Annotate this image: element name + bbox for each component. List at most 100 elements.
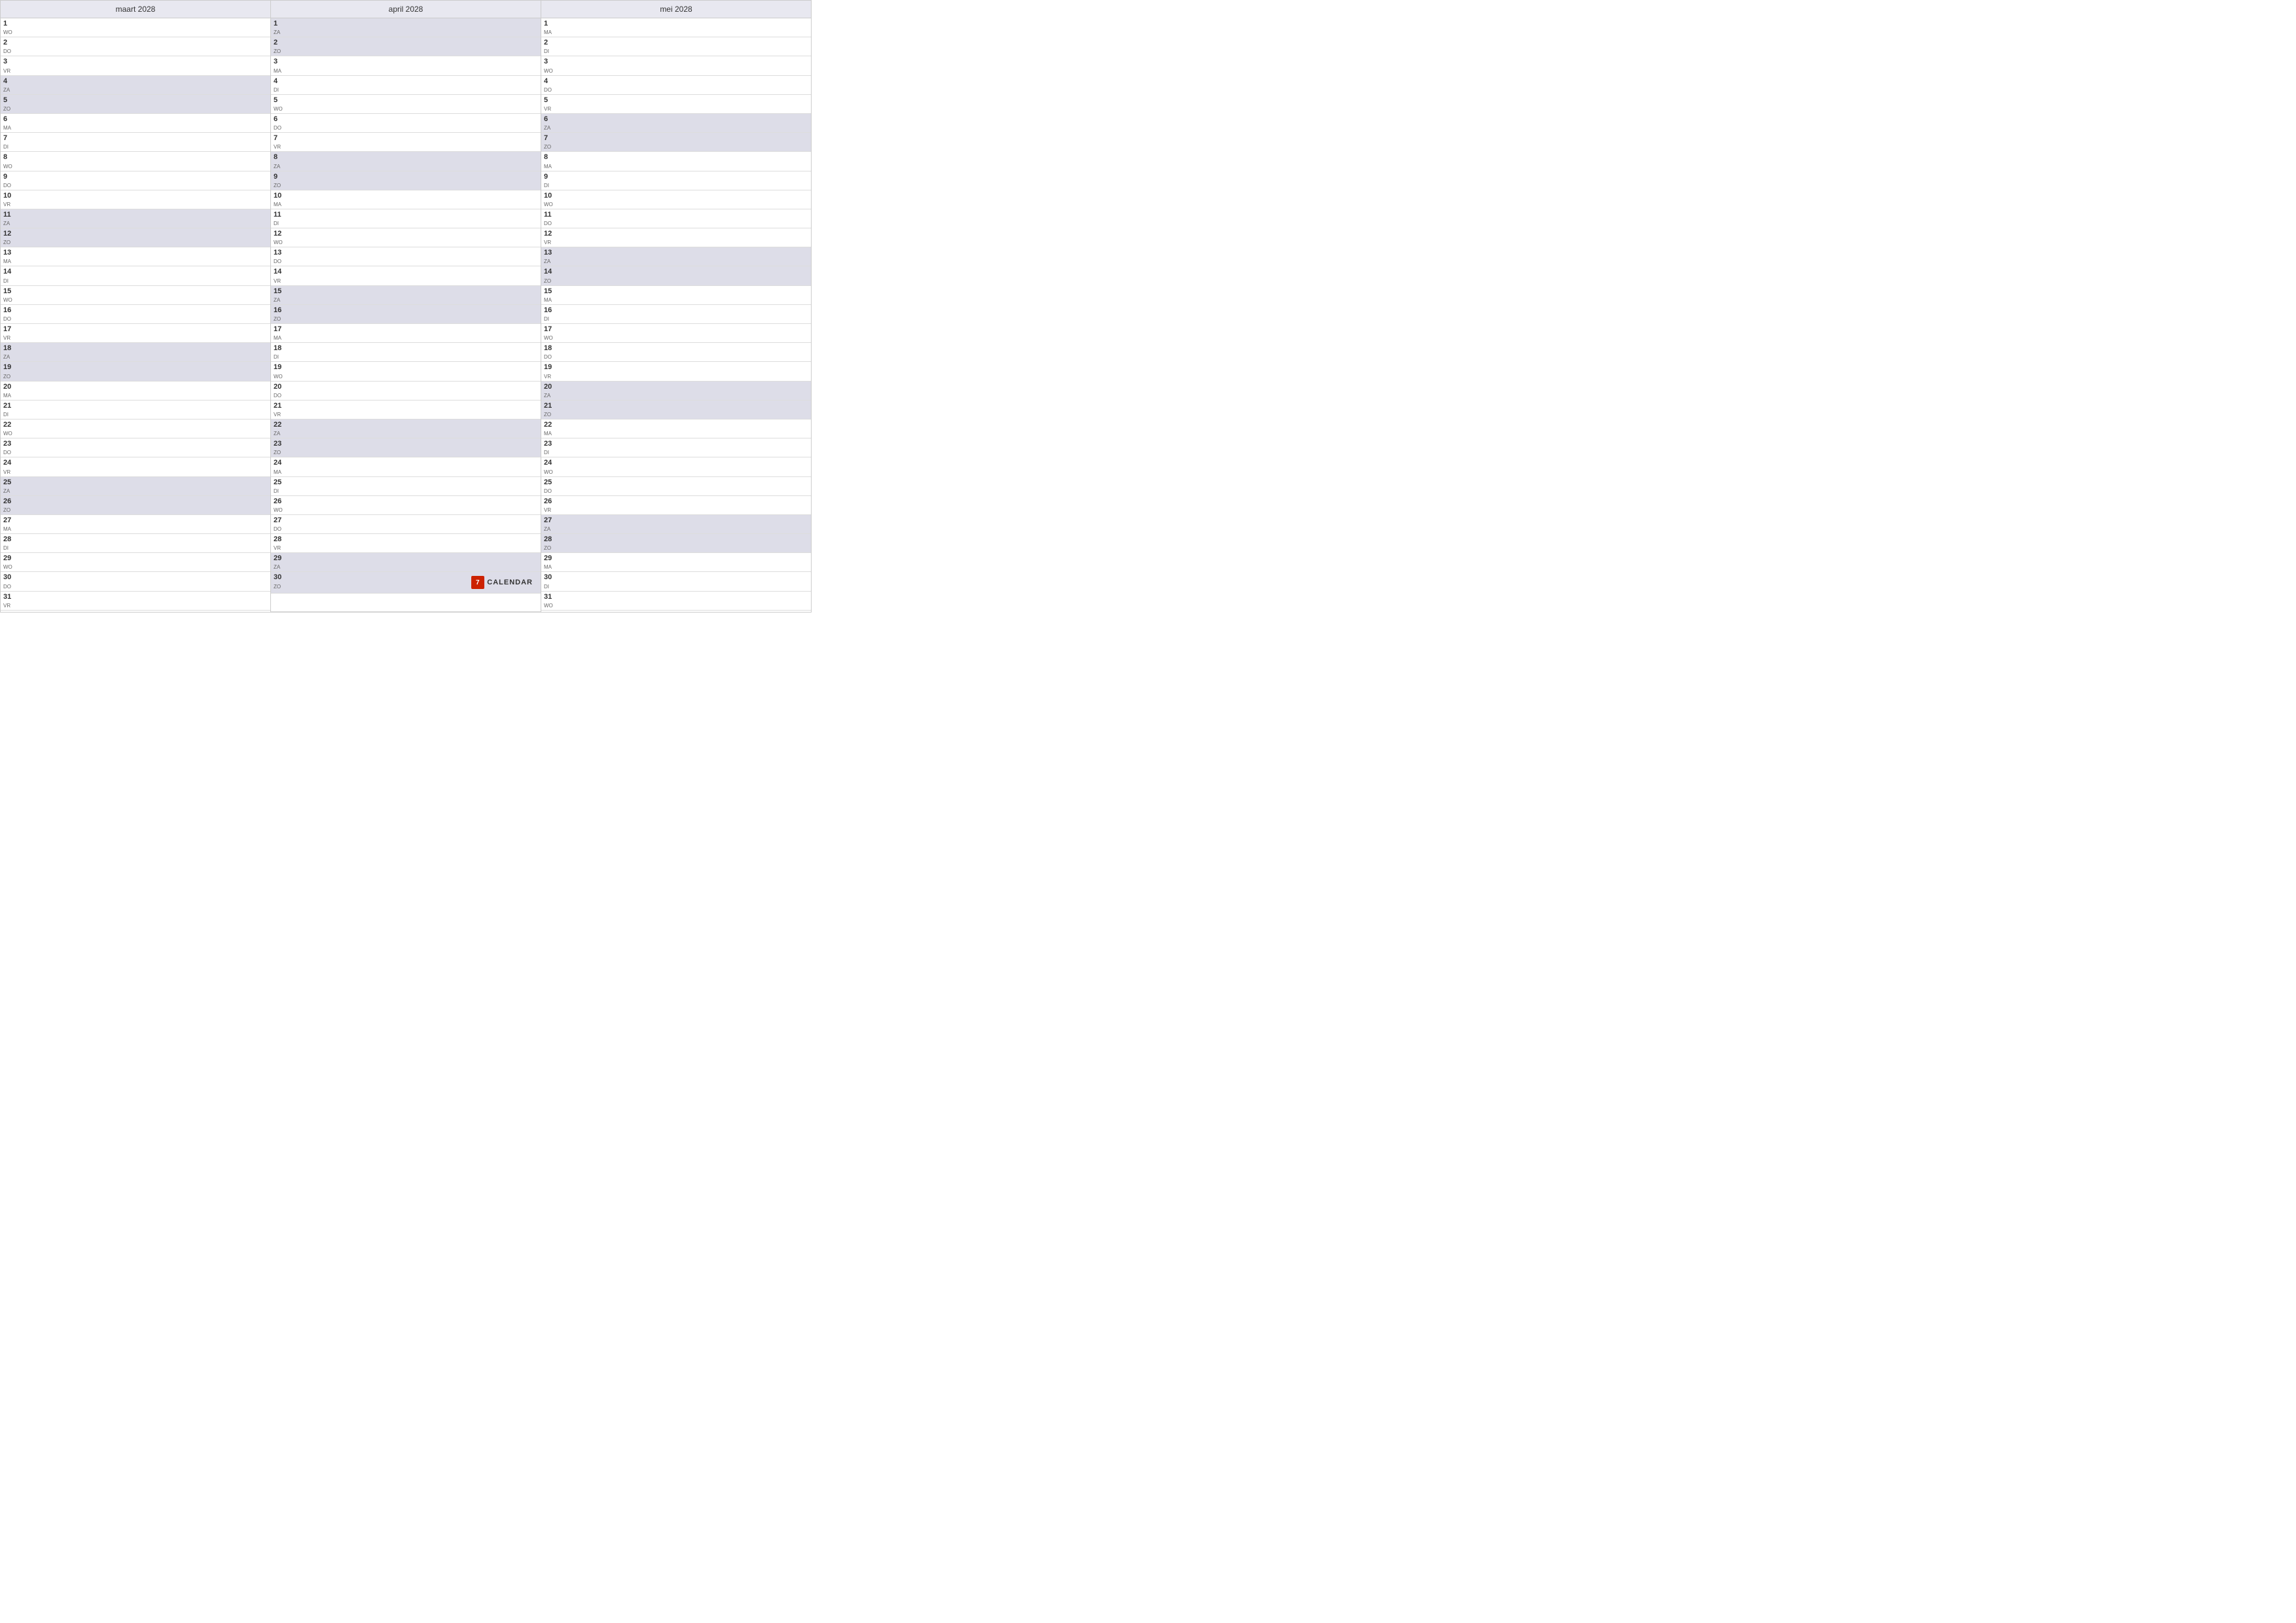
day-name-0-0: WO [3,29,18,35]
day-row-0-3: 4ZA [1,76,270,95]
day-row-1-23: 24MA [271,457,541,476]
day-number-1-12: 13 [274,249,288,257]
day-row-1-14: 15ZA [271,286,541,305]
day-name-0-18: ZO [3,374,18,380]
day-number-1-1: 2 [274,39,288,47]
day-name-2-15: DI [544,316,558,322]
day-row-0-23: 24VR [1,457,270,476]
day-name-0-6: DI [3,144,18,150]
day-number-0-28: 29 [3,554,18,563]
day-name-1-20: VR [274,412,288,418]
day-name-2-24: DO [544,488,558,494]
day-row-1-19: 20DO [271,382,541,401]
day-number-1-26: 27 [274,516,288,525]
day-name-1-16: MA [274,335,288,341]
day-number-0-21: 22 [3,421,18,429]
day-name-2-21: MA [544,431,558,437]
day-number-0-15: 16 [3,306,18,315]
day-row-2-10: 11DO [541,209,811,228]
day-name-1-26: DO [274,526,288,532]
day-row-0-16: 17VR [1,324,270,343]
day-name-1-2: MA [274,68,288,74]
day-name-2-18: VR [544,374,558,380]
day-name-2-16: WO [544,335,558,341]
day-number-2-2: 3 [544,58,558,66]
day-row-2-4: 5VR [541,95,811,114]
day-name-0-19: MA [3,393,18,399]
day-row-2-18: 19VR [541,362,811,381]
day-row-0-21: 22WO [1,419,270,438]
day-row-1-17: 18DI [271,343,541,362]
day-name-2-22: DI [544,450,558,455]
day-row-2-28: 29MA [541,553,811,572]
day-row-1-11: 12 WO [271,228,541,247]
day-name-0-5: MA [3,125,18,131]
day-row-1-20: 21VR [271,401,541,419]
day-name-2-4: VR [544,106,558,112]
day-name-0-27: DI [3,545,18,551]
day-number-1-9: 10 [274,192,288,200]
day-row-1-10: 11DI [271,209,541,228]
day-number-1-11: 12 [274,230,288,238]
day-name-1-28: ZA [274,564,288,570]
day-row-0-7: 8WO [1,152,270,171]
day-name-2-1: DI [544,48,558,54]
day-row-2-11: 12VR [541,228,811,247]
day-row-1-25: 26WO [271,496,541,515]
day-name-0-7: WO [3,164,18,169]
day-name-1-24: DI [274,488,288,494]
day-row-1-6: 7VR [271,133,541,152]
month-column-0: maart 20281WO2DO3VR4ZA5ZO6MA7DI8WO9DO10V… [1,1,271,612]
day-name-0-22: DO [3,450,18,455]
day-number-1-28: 29 [274,554,288,563]
day-name-1-27: VR [274,545,288,551]
day-name-2-20: ZO [544,412,558,418]
calendar-logo: 7CALENDAR [471,576,533,589]
day-number-2-27: 28 [544,535,558,544]
day-number-0-16: 17 [3,325,18,334]
day-row-1-18: 19WO [271,362,541,381]
day-name-0-16: VR [3,335,18,341]
day-number-0-22: 23 [3,440,18,448]
day-name-0-9: VR [3,202,18,207]
day-row-0-9: 10 VR [1,190,270,209]
day-name-0-28: WO [3,564,18,570]
day-number-0-9: 10 [3,192,18,200]
day-row-0-15: 16DO [1,305,270,324]
day-row-1-22: 23ZO [271,438,541,457]
day-number-2-7: 8 [544,153,558,162]
day-number-1-18: 19 [274,363,288,372]
day-row-0-6: 7DI [1,133,270,152]
day-number-0-30: 31 [3,593,18,601]
day-name-0-26: MA [3,526,18,532]
day-number-2-30: 31 [544,593,558,601]
day-row-2-25: 26VR [541,496,811,515]
day-name-0-2: VR [3,68,18,74]
day-name-1-9: MA [274,202,288,207]
day-row-2-19: 20ZA [541,382,811,401]
day-number-1-16: 17 [274,325,288,334]
day-row-2-23: 24WO [541,457,811,476]
day-name-2-28: MA [544,564,558,570]
day-row-0-29: 30DO [1,572,270,591]
day-name-1-11: WO [274,240,288,245]
day-number-0-14: 15 [3,287,18,296]
day-number-0-10: 11 [3,211,18,219]
day-number-1-14: 15 [274,287,288,296]
day-name-1-3: DI [274,87,288,93]
day-number-0-23: 24 [3,459,18,467]
day-row-1-24: 25DI [271,477,541,496]
day-number-0-20: 21 [3,402,18,410]
day-number-0-19: 20 [3,383,18,391]
day-number-0-0: 1 [3,20,18,28]
day-name-2-8: DI [544,183,558,188]
day-row-0-30: 31 VR [1,592,270,611]
day-name-0-29: DO [3,584,18,590]
day-name-0-30: VR [3,603,18,609]
day-number-0-25: 26 [3,497,18,506]
day-row-2-7: 8MA [541,152,811,171]
day-name-1-10: DI [274,221,288,226]
day-number-0-8: 9 [3,173,18,181]
day-number-2-14: 15 [544,287,558,296]
day-row-0-4: 5ZO [1,95,270,114]
